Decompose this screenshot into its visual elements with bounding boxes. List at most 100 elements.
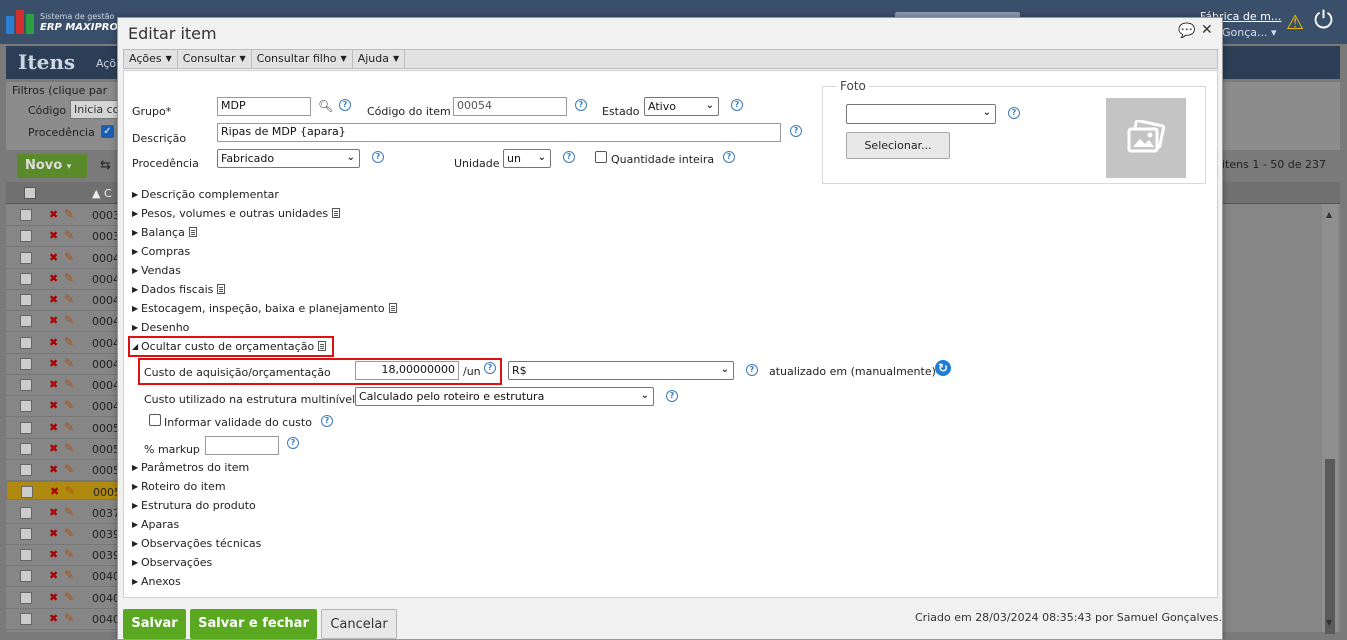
delete-icon: ✖ (49, 590, 59, 604)
custo-aquisicao-input[interactable]: 18,00000000 (355, 361, 459, 380)
chevron-down-icon: ▾ (1271, 26, 1277, 39)
menu-ajuda-label: Ajuda (357, 52, 389, 65)
section-label: Observações (141, 556, 213, 569)
grid-header-code-text: C (103, 187, 112, 200)
procedencia-label: Procedência (132, 157, 199, 170)
section-toggle[interactable]: ▶ Vendas (132, 264, 181, 277)
section-toggle[interactable]: ▶ Estocagem, inspeção, baixa e planejamen… (132, 302, 397, 315)
validade-custo-checkbox[interactable] (149, 414, 161, 426)
help-icon[interactable]: ? (746, 364, 758, 376)
help-icon[interactable]: ? (575, 99, 587, 111)
save-button[interactable]: Salvar (123, 609, 186, 639)
help-icon[interactable]: ? (723, 151, 735, 163)
dialog-title: Editar item (128, 24, 217, 43)
section-label: Balança (141, 226, 185, 239)
help-icon[interactable]: ? (790, 125, 802, 137)
select-photo-button[interactable]: Selecionar... (846, 132, 950, 159)
moeda-select[interactable]: R$ ⌄ (508, 361, 734, 380)
cancel-button[interactable]: Cancelar (321, 609, 397, 639)
help-icon[interactable]: ? (563, 151, 575, 163)
menu-consultar-filho[interactable]: Consultar filho ▼ (252, 50, 353, 68)
table-row: ✖ ✎ 0005 (6, 481, 126, 501)
section-toggle[interactable]: ▶ Balança (132, 226, 197, 239)
table-row: ✖ ✎ 0040 (6, 566, 126, 588)
help-icon[interactable]: ? (731, 99, 743, 111)
estado-select[interactable]: Ativo ⌄ (644, 97, 719, 116)
help-icon[interactable]: ? (339, 99, 351, 111)
menu-acoes[interactable]: Ações ▼ (124, 50, 178, 68)
user-name: Gonça... ▾ (1222, 26, 1277, 39)
row-checkbox (20, 272, 32, 285)
triangle-right-icon: ▶ (132, 482, 139, 491)
unidade-select[interactable]: un ⌄ (503, 149, 551, 168)
quantidade-inteira-checkbox[interactable] (595, 151, 607, 163)
table-row: ✖ ✎ 0040 (6, 588, 126, 609)
custo-aquisicao-label: Custo de aquisição/orçamentação (144, 366, 331, 379)
row-code: 0004 (92, 251, 120, 265)
descricao-input[interactable]: Ripas de MDP {apara} (217, 123, 781, 142)
close-icon[interactable]: ✕ (1201, 22, 1213, 38)
pencil-icon: ✎ (64, 547, 75, 561)
help-icon[interactable]: ? (287, 437, 299, 449)
document-icon (217, 284, 226, 294)
help-icon[interactable]: ? (484, 362, 496, 374)
grupo-input[interactable]: MDP (217, 97, 311, 116)
help-icon[interactable]: ? (666, 390, 678, 402)
chevron-down-icon: ⌄ (537, 152, 546, 163)
triangle-right-icon: ▶ (132, 323, 139, 332)
pencil-icon: ✎ (64, 377, 75, 391)
filter-origin-label: Procedência (28, 126, 95, 139)
section-toggle[interactable]: ▶ Observações técnicas (132, 537, 261, 550)
triangle-right-icon: ▶ (132, 577, 139, 586)
custo-estrutura-select[interactable]: Calculado pelo roteiro e estrutura ⌄ (355, 387, 654, 406)
section-toggle[interactable]: ▶ Anexos (132, 575, 181, 588)
scroll-thumb (1325, 459, 1335, 634)
caret-down-icon: ▼ (392, 54, 400, 63)
document-icon (388, 303, 397, 313)
menu-ajuda[interactable]: Ajuda ▼ (353, 50, 406, 68)
section-toggle[interactable]: ▶ Estrutura do produto (132, 499, 256, 512)
pencil-icon: ✎ (64, 334, 75, 349)
pencil-icon: ✎ (64, 525, 75, 540)
row-code: 0040 (92, 570, 120, 584)
delete-icon: ✖ (50, 485, 60, 499)
section-toggle[interactable]: ▶ Aparas (132, 518, 179, 531)
section-toggle[interactable]: ▶ Observações (132, 556, 212, 569)
section-toggle[interactable]: ▶ Compras (132, 245, 190, 258)
menu-consultar[interactable]: Consultar ▼ (178, 50, 252, 68)
chat-icon[interactable]: 💬 (1178, 23, 1195, 39)
section-toggle[interactable]: ▶ Desenho (132, 321, 189, 334)
triangle-down-icon: ◢ (132, 342, 139, 351)
markup-input[interactable] (205, 436, 279, 455)
pencil-icon: ✎ (64, 504, 75, 519)
pencil-icon: ✎ (64, 610, 75, 625)
pencil-icon: ✎ (64, 313, 75, 328)
section-label: Anexos (141, 575, 181, 588)
section-toggle[interactable]: ▶ Roteiro do item (132, 480, 226, 493)
caret-down-icon: ▼ (340, 54, 347, 63)
filter-title: Filtros (clique par (12, 84, 108, 97)
section-ocultar-custo[interactable]: ◢ Ocultar custo de orçamentação (132, 340, 327, 353)
section-toggle[interactable]: ▶ Descrição complementar (132, 188, 279, 201)
document-icon (318, 341, 327, 351)
triangle-right-icon: ▶ (132, 463, 139, 472)
foto-select[interactable]: ⌄ (846, 104, 996, 124)
filter-origin-checkbox: ✓ (101, 125, 114, 138)
help-icon[interactable]: ? (321, 415, 333, 427)
markup-label: % markup (144, 443, 200, 456)
section-toggle[interactable]: ▶ Pesos, volumes e outras unidades (132, 207, 341, 220)
unidade-label: Unidade (454, 157, 500, 170)
section-label: Parâmetros do item (141, 461, 250, 474)
codigo-input[interactable]: 00054 (453, 97, 567, 116)
power-icon: ⏻ (1314, 6, 1333, 34)
help-icon[interactable]: ? (372, 151, 384, 163)
help-icon[interactable]: ? (1008, 107, 1020, 119)
delete-icon: ✖ (49, 420, 59, 434)
section-toggle[interactable]: ▶ Dados fiscais (132, 283, 226, 296)
procedencia-select[interactable]: Fabricado ⌄ (217, 149, 360, 168)
search-icon[interactable]: 🔍︎ (318, 99, 333, 113)
refresh-icon[interactable]: ↻ (935, 360, 951, 376)
section-toggle[interactable]: ▶ Parâmetros do item (132, 461, 249, 474)
procedencia-value: Fabricado (221, 152, 275, 165)
save-close-button[interactable]: Salvar e fechar (190, 609, 317, 639)
